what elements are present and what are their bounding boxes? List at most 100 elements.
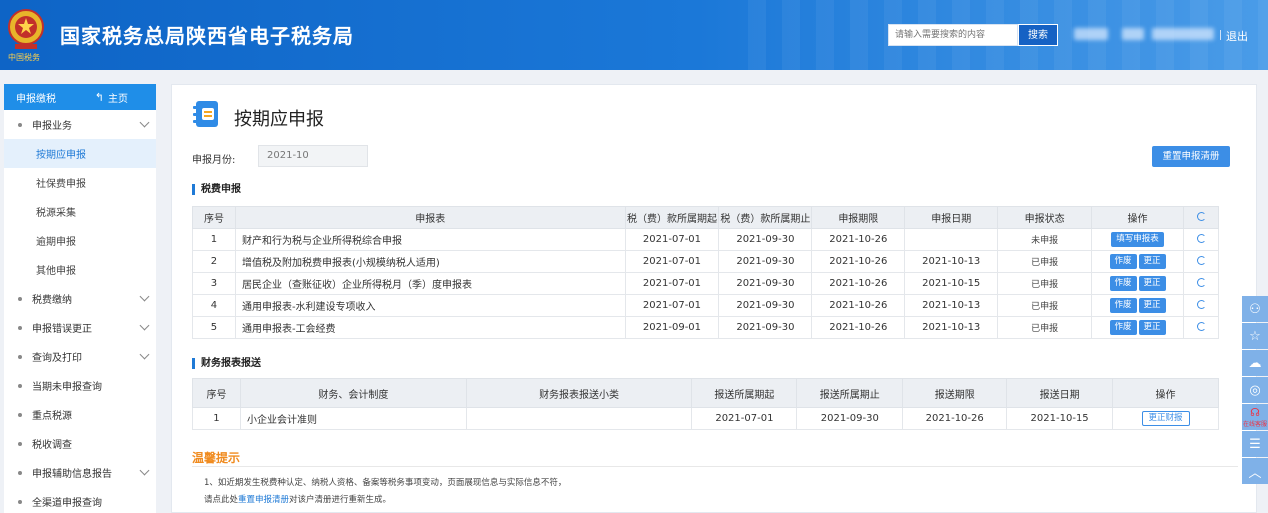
cell-refresh[interactable] bbox=[1183, 228, 1219, 251]
sidebar-item-error-correction[interactable]: 申报错误更正 bbox=[4, 313, 156, 342]
document-icon[interactable]: ☰ bbox=[1242, 431, 1268, 457]
col-header-refresh[interactable] bbox=[1183, 206, 1219, 229]
cell-refresh[interactable] bbox=[1183, 272, 1219, 295]
refresh-icon[interactable] bbox=[1196, 233, 1206, 243]
cell-start: 2021-07-01 bbox=[624, 294, 720, 317]
sidebar-item-key-tax-source[interactable]: 重点税源 bbox=[4, 400, 156, 429]
sidebar-item-all-channel-query[interactable]: 全渠道申报查询 bbox=[4, 487, 156, 513]
cell-form: 通用申报表-水利建设专项收入 bbox=[234, 294, 626, 317]
wechat-icon[interactable]: ☁ bbox=[1242, 350, 1268, 376]
void-button[interactable]: 作废 bbox=[1109, 276, 1137, 291]
bullet-icon bbox=[18, 412, 22, 417]
home-link[interactable]: ↰ 主页 bbox=[95, 90, 128, 105]
online-service-button[interactable]: ☊ 在线客服 bbox=[1242, 404, 1268, 430]
tips-divider bbox=[192, 466, 1238, 467]
sidebar-item-label: 当期未申报查询 bbox=[32, 382, 102, 393]
sidebar-item-periodic-declare[interactable]: 按期应申报 bbox=[4, 139, 156, 168]
correct-button[interactable]: 更正 bbox=[1138, 254, 1166, 269]
cell-end: 2021-09-30 bbox=[718, 272, 813, 295]
sidebar-item-other-declare[interactable]: 其他申报 bbox=[4, 255, 156, 284]
cell-date: 2021-10-13 bbox=[904, 316, 999, 339]
refresh-icon[interactable] bbox=[1196, 255, 1206, 265]
cell-deadline: 2021-10-26 bbox=[811, 272, 906, 295]
cell-refresh[interactable] bbox=[1183, 250, 1219, 273]
cell-status: 已申报 bbox=[997, 250, 1093, 273]
sidebar-item-social-security[interactable]: 社保费申报 bbox=[4, 168, 156, 197]
search-button[interactable]: 搜索 bbox=[1018, 24, 1058, 46]
bullet-icon bbox=[18, 325, 22, 330]
sidebar-item-aux-info-report[interactable]: 申报辅助信息报告 bbox=[4, 458, 156, 487]
sidebar-title: 申报缴税 bbox=[16, 93, 56, 105]
cell-deadline: 2021-10-26 bbox=[811, 316, 906, 339]
month-label: 申报月份: bbox=[192, 155, 236, 166]
search-box[interactable] bbox=[888, 24, 1018, 46]
sidebar-item-label: 申报业务 bbox=[32, 121, 72, 132]
reset-declaration-list-button[interactable]: 重置申报清册 bbox=[1152, 146, 1230, 167]
sidebar-item-declare-business[interactable]: 申报业务 bbox=[4, 110, 156, 139]
refresh-icon[interactable] bbox=[1196, 277, 1206, 287]
col-header-operation: 操作 bbox=[1091, 206, 1184, 229]
void-button[interactable]: 作废 bbox=[1109, 320, 1137, 335]
sidebar-item-label: 查询及打印 bbox=[32, 353, 82, 364]
site-title: 国家税务总局陕西省电子税务局 bbox=[60, 24, 354, 48]
col-header-report-subtype: 财务报表报送小类 bbox=[465, 378, 693, 408]
cell-report-end: 2021-09-30 bbox=[796, 407, 904, 430]
cell-refresh[interactable] bbox=[1183, 316, 1219, 339]
chevron-down-icon bbox=[139, 117, 150, 128]
tax-declaration-table: 序号 申报表 税（费）款所属期起 税（费）款所属期止 申报期限 申报日期 申报状… bbox=[192, 206, 1219, 339]
back-to-top-icon[interactable]: ︿ bbox=[1242, 458, 1268, 484]
sidebar-item-tax-payment[interactable]: 税费缴纳 bbox=[4, 284, 156, 313]
cell-no: 1 bbox=[192, 407, 241, 430]
user-info-blurred bbox=[1074, 28, 1108, 40]
sidebar-item-query-print[interactable]: 查询及打印 bbox=[4, 342, 156, 371]
void-button[interactable]: 作废 bbox=[1109, 254, 1137, 269]
col-header-period-start: 税（费）款所属期起 bbox=[624, 206, 720, 229]
cell-no: 2 bbox=[192, 250, 236, 273]
sidebar-item-overdue[interactable]: 逾期申报 bbox=[4, 226, 156, 255]
fill-form-button[interactable]: 填写申报表 bbox=[1111, 232, 1164, 247]
cell-no: 1 bbox=[192, 228, 236, 251]
refresh-icon[interactable] bbox=[1196, 211, 1206, 221]
sidebar-item-undeclared-query[interactable]: 当期未申报查询 bbox=[4, 371, 156, 400]
headset-icon: ☊ bbox=[1250, 406, 1260, 419]
cell-deadline: 2021-10-26 bbox=[811, 250, 906, 273]
weibo-icon[interactable]: ◎ bbox=[1242, 377, 1268, 403]
cell-refresh[interactable] bbox=[1183, 294, 1219, 317]
bullet-icon bbox=[18, 441, 22, 446]
sidebar-item-tax-survey[interactable]: 税收调查 bbox=[4, 429, 156, 458]
col-header-status: 申报状态 bbox=[997, 206, 1093, 229]
correct-financial-report-button[interactable]: 更正财报 bbox=[1141, 411, 1190, 426]
table-row: 3 居民企业（查账征收）企业所得税月（季）度申报表 2021-07-01 202… bbox=[192, 272, 1219, 295]
sidebar-item-label: 全渠道申报查询 bbox=[32, 498, 102, 509]
refresh-icon[interactable] bbox=[1196, 299, 1206, 309]
refresh-icon[interactable] bbox=[1196, 321, 1206, 331]
correct-button[interactable]: 更正 bbox=[1138, 298, 1166, 313]
chevron-down-icon bbox=[139, 349, 150, 360]
cell-form: 通用申报表-工会经费 bbox=[234, 316, 626, 339]
bullet-icon bbox=[18, 122, 22, 127]
sidebar-item-tax-source[interactable]: 税源采集 bbox=[4, 197, 156, 226]
search-input[interactable] bbox=[889, 25, 1017, 45]
month-field[interactable]: 2021-10 bbox=[258, 145, 368, 167]
cell-operation: 作废 更正 bbox=[1091, 250, 1184, 273]
cell-no: 3 bbox=[192, 272, 236, 295]
reset-declaration-list-link[interactable]: 重置申报清册 bbox=[238, 495, 289, 505]
cell-form: 财产和行为税与企业所得税综合申报 bbox=[234, 228, 626, 251]
void-button[interactable]: 作废 bbox=[1109, 298, 1137, 313]
cell-no: 4 bbox=[192, 294, 236, 317]
user-icon[interactable]: ⚇ bbox=[1242, 296, 1268, 322]
floating-toolbar: ⚇ ☆ ☁ ◎ ☊ 在线客服 ☰ ︿ bbox=[1242, 296, 1268, 485]
star-icon[interactable]: ☆ bbox=[1242, 323, 1268, 349]
tax-emblem-icon bbox=[8, 9, 44, 49]
bullet-icon bbox=[18, 383, 22, 388]
col-header-deadline: 申报期限 bbox=[811, 206, 906, 229]
correct-button[interactable]: 更正 bbox=[1138, 320, 1166, 335]
declaration-form-icon bbox=[193, 101, 218, 127]
bullet-icon bbox=[18, 499, 22, 504]
logout-link[interactable]: 退出 bbox=[1220, 28, 1248, 44]
col-header-report-date: 报送日期 bbox=[1006, 378, 1114, 408]
correct-button[interactable]: 更正 bbox=[1138, 276, 1166, 291]
top-header: 中国税务 国家税务总局陕西省电子税务局 搜索 退出 bbox=[0, 0, 1268, 70]
bullet-icon bbox=[18, 296, 22, 301]
cell-operation: 作废 更正 bbox=[1091, 294, 1184, 317]
